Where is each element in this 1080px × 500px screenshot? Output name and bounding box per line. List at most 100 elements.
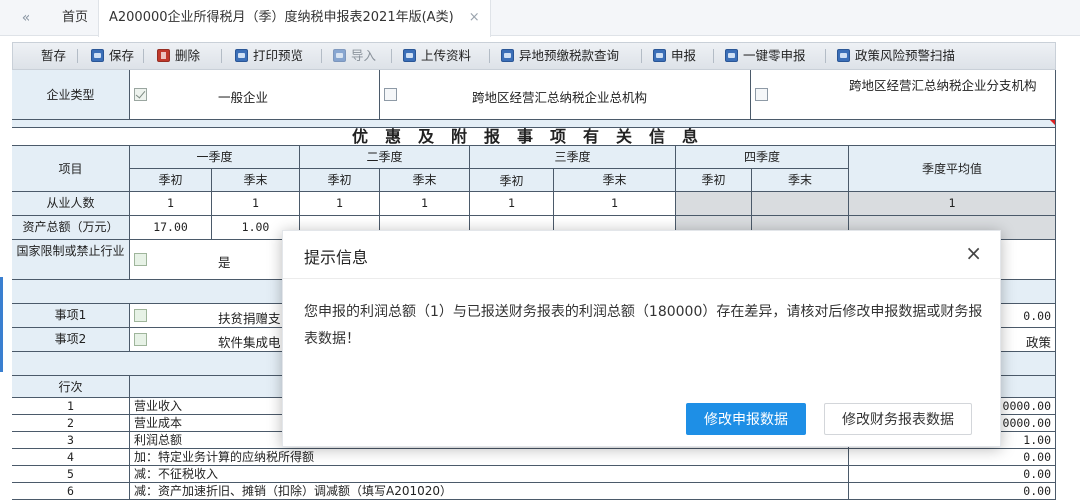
import-button[interactable]: 导入 (333, 43, 376, 69)
q3-end-header: 季末 (554, 169, 676, 192)
row-3-no: 3 (12, 432, 130, 449)
divider (391, 49, 392, 63)
employees-q4-end (752, 192, 849, 216)
q1-end-header: 季末 (212, 169, 300, 192)
save-temp-label: 暂存 (41, 48, 67, 63)
avg-header: 季度平均值 (849, 146, 1056, 192)
divider (321, 49, 322, 63)
employees-q1-begin[interactable]: 1 (130, 192, 212, 216)
print-icon (235, 49, 248, 62)
row-no-header: 行次 (12, 376, 130, 398)
side-panel-handle[interactable] (0, 277, 3, 372)
row-5-name: 减：不征税收入 (130, 466, 849, 483)
q1-begin-header: 季初 (130, 169, 212, 192)
assets-label: 资产总额（万元） (12, 216, 130, 240)
branch-checkbox[interactable] (755, 88, 768, 101)
divider (641, 49, 642, 63)
employees-q3-begin[interactable]: 1 (470, 192, 554, 216)
row-4-name: 加：特定业务计算的应纳税所得额 (130, 449, 849, 466)
employees-q2-begin[interactable]: 1 (300, 192, 380, 216)
row-5-value[interactable]: 0.00 (849, 466, 1056, 483)
risk-scan-button[interactable]: 政策风险预警扫描 (837, 43, 955, 69)
upload-icon (403, 49, 416, 62)
row-6-no: 6 (12, 483, 130, 500)
col-item-header: 项目 (12, 146, 130, 192)
restricted-yes-checkbox[interactable] (134, 253, 147, 266)
save-temp-button[interactable]: 暂存 (41, 43, 66, 69)
item1-value: 0.00 (1023, 309, 1051, 323)
q4-end-header: 季末 (752, 169, 849, 192)
head-label: 跨地区经营汇总纳税企业总机构 (472, 90, 648, 105)
divider (221, 49, 222, 63)
row-6-value[interactable]: 0.00 (849, 483, 1056, 500)
declare-label: 申报 (671, 48, 697, 63)
q4-header: 四季度 (676, 146, 849, 169)
head-checkbox[interactable] (384, 88, 397, 101)
item2-checkbox[interactable] (134, 333, 147, 346)
modify-declaration-button[interactable]: 修改申报数据 (686, 403, 806, 435)
upload-label: 上传资料 (421, 48, 472, 63)
item2-label: 事项2 (12, 328, 130, 352)
import-icon (333, 49, 346, 62)
q2-begin-header: 季初 (300, 169, 380, 192)
enterprise-type-label: 企业类型 (12, 70, 130, 120)
general-label: 一般企业 (218, 90, 269, 105)
row-1-no: 1 (12, 398, 130, 415)
tab-a200000-form[interactable]: A200000企业所得税月（季）度纳税申报表2021年版(A类) × (98, 0, 491, 37)
declare-button[interactable]: 申报 (653, 43, 696, 69)
employees-q2-end[interactable]: 1 (380, 192, 470, 216)
tab-home[interactable]: 首页 (52, 0, 98, 36)
print-preview-button[interactable]: 打印预览 (235, 43, 303, 69)
save-label: 保存 (109, 48, 135, 63)
employees-avg: 1 (849, 192, 1056, 216)
section-title: 优惠及附报事项有关信息 (12, 128, 1056, 146)
divider (713, 49, 714, 63)
divider (825, 49, 826, 63)
item1-checkbox[interactable] (134, 309, 147, 322)
assets-q1-begin[interactable]: 17.00 (130, 216, 212, 240)
dialog-header: 提示信息 × (283, 231, 1000, 279)
item2-right-text: 政策 (1025, 335, 1051, 350)
declare-icon (653, 49, 666, 62)
tab-label: A200000企业所得税月（季）度纳税申报表2021年版(A类) (109, 10, 454, 25)
tab-bar: « 首页 A200000企业所得税月（季）度纳税申报表2021年版(A类) × (0, 0, 1080, 37)
prepaid-query-button[interactable]: 异地预缴税款查询 (501, 43, 619, 69)
modify-financial-report-button[interactable]: 修改财务报表数据 (824, 403, 972, 435)
employees-q1-end[interactable]: 1 (212, 192, 300, 216)
collapse-tabs-icon[interactable]: « (14, 8, 38, 28)
employees-q3-end[interactable]: 1 (554, 192, 676, 216)
spacer-row (12, 120, 1056, 128)
enterprise-type-head: 跨地区经营汇总纳税企业总机构 (380, 70, 751, 120)
zero-declare-button[interactable]: 一键零申报 (725, 43, 806, 69)
enterprise-type-general: 一般企业 (130, 70, 380, 120)
row-4-no: 4 (12, 449, 130, 466)
row-4-value[interactable]: 0.00 (849, 449, 1056, 466)
delete-label: 删除 (175, 48, 201, 63)
divider (143, 49, 144, 63)
prepaid-query-label: 异地预缴税款查询 (519, 48, 620, 63)
general-checkbox[interactable] (134, 88, 147, 101)
employees-label: 从业人数 (12, 192, 130, 216)
q1-header: 一季度 (130, 146, 300, 169)
import-label: 导入 (351, 48, 377, 63)
risk-scan-label: 政策风险预警扫描 (855, 48, 956, 63)
restricted-yes-label: 是 (218, 255, 231, 270)
row-2-no: 2 (12, 415, 130, 432)
upload-button[interactable]: 上传资料 (403, 43, 471, 69)
row-6-name: 减：资产加速折旧、摊销（扣除）调减额（填写A201020） (130, 483, 849, 500)
close-icon[interactable]: × (965, 242, 982, 264)
q3-header: 三季度 (470, 146, 676, 169)
item1-text: 扶贫捐赠支 (218, 311, 281, 326)
row-5-no: 5 (12, 466, 130, 483)
delete-button[interactable]: 删除 (157, 43, 200, 69)
save-button[interactable]: 保存 (91, 43, 134, 69)
prompt-dialog: 提示信息 × 您申报的利润总额（1）与已报送财务报表的利润总额（180000）存… (282, 230, 1001, 447)
zero-declare-icon (725, 49, 738, 62)
scan-icon (837, 49, 850, 62)
toolbar: 暂存 保存 删除 打印预览 导入 上传资料 异地预缴税款查询 申报 一键零申报 … (12, 42, 1056, 70)
divider (77, 49, 78, 63)
dialog-message: 您申报的利润总额（1）与已报送财务报表的利润总额（180000）存在差异，请核对… (304, 304, 983, 347)
employees-q4-begin (676, 192, 752, 216)
tab-close-icon[interactable]: × (469, 0, 480, 36)
item1-label: 事项1 (12, 304, 130, 328)
